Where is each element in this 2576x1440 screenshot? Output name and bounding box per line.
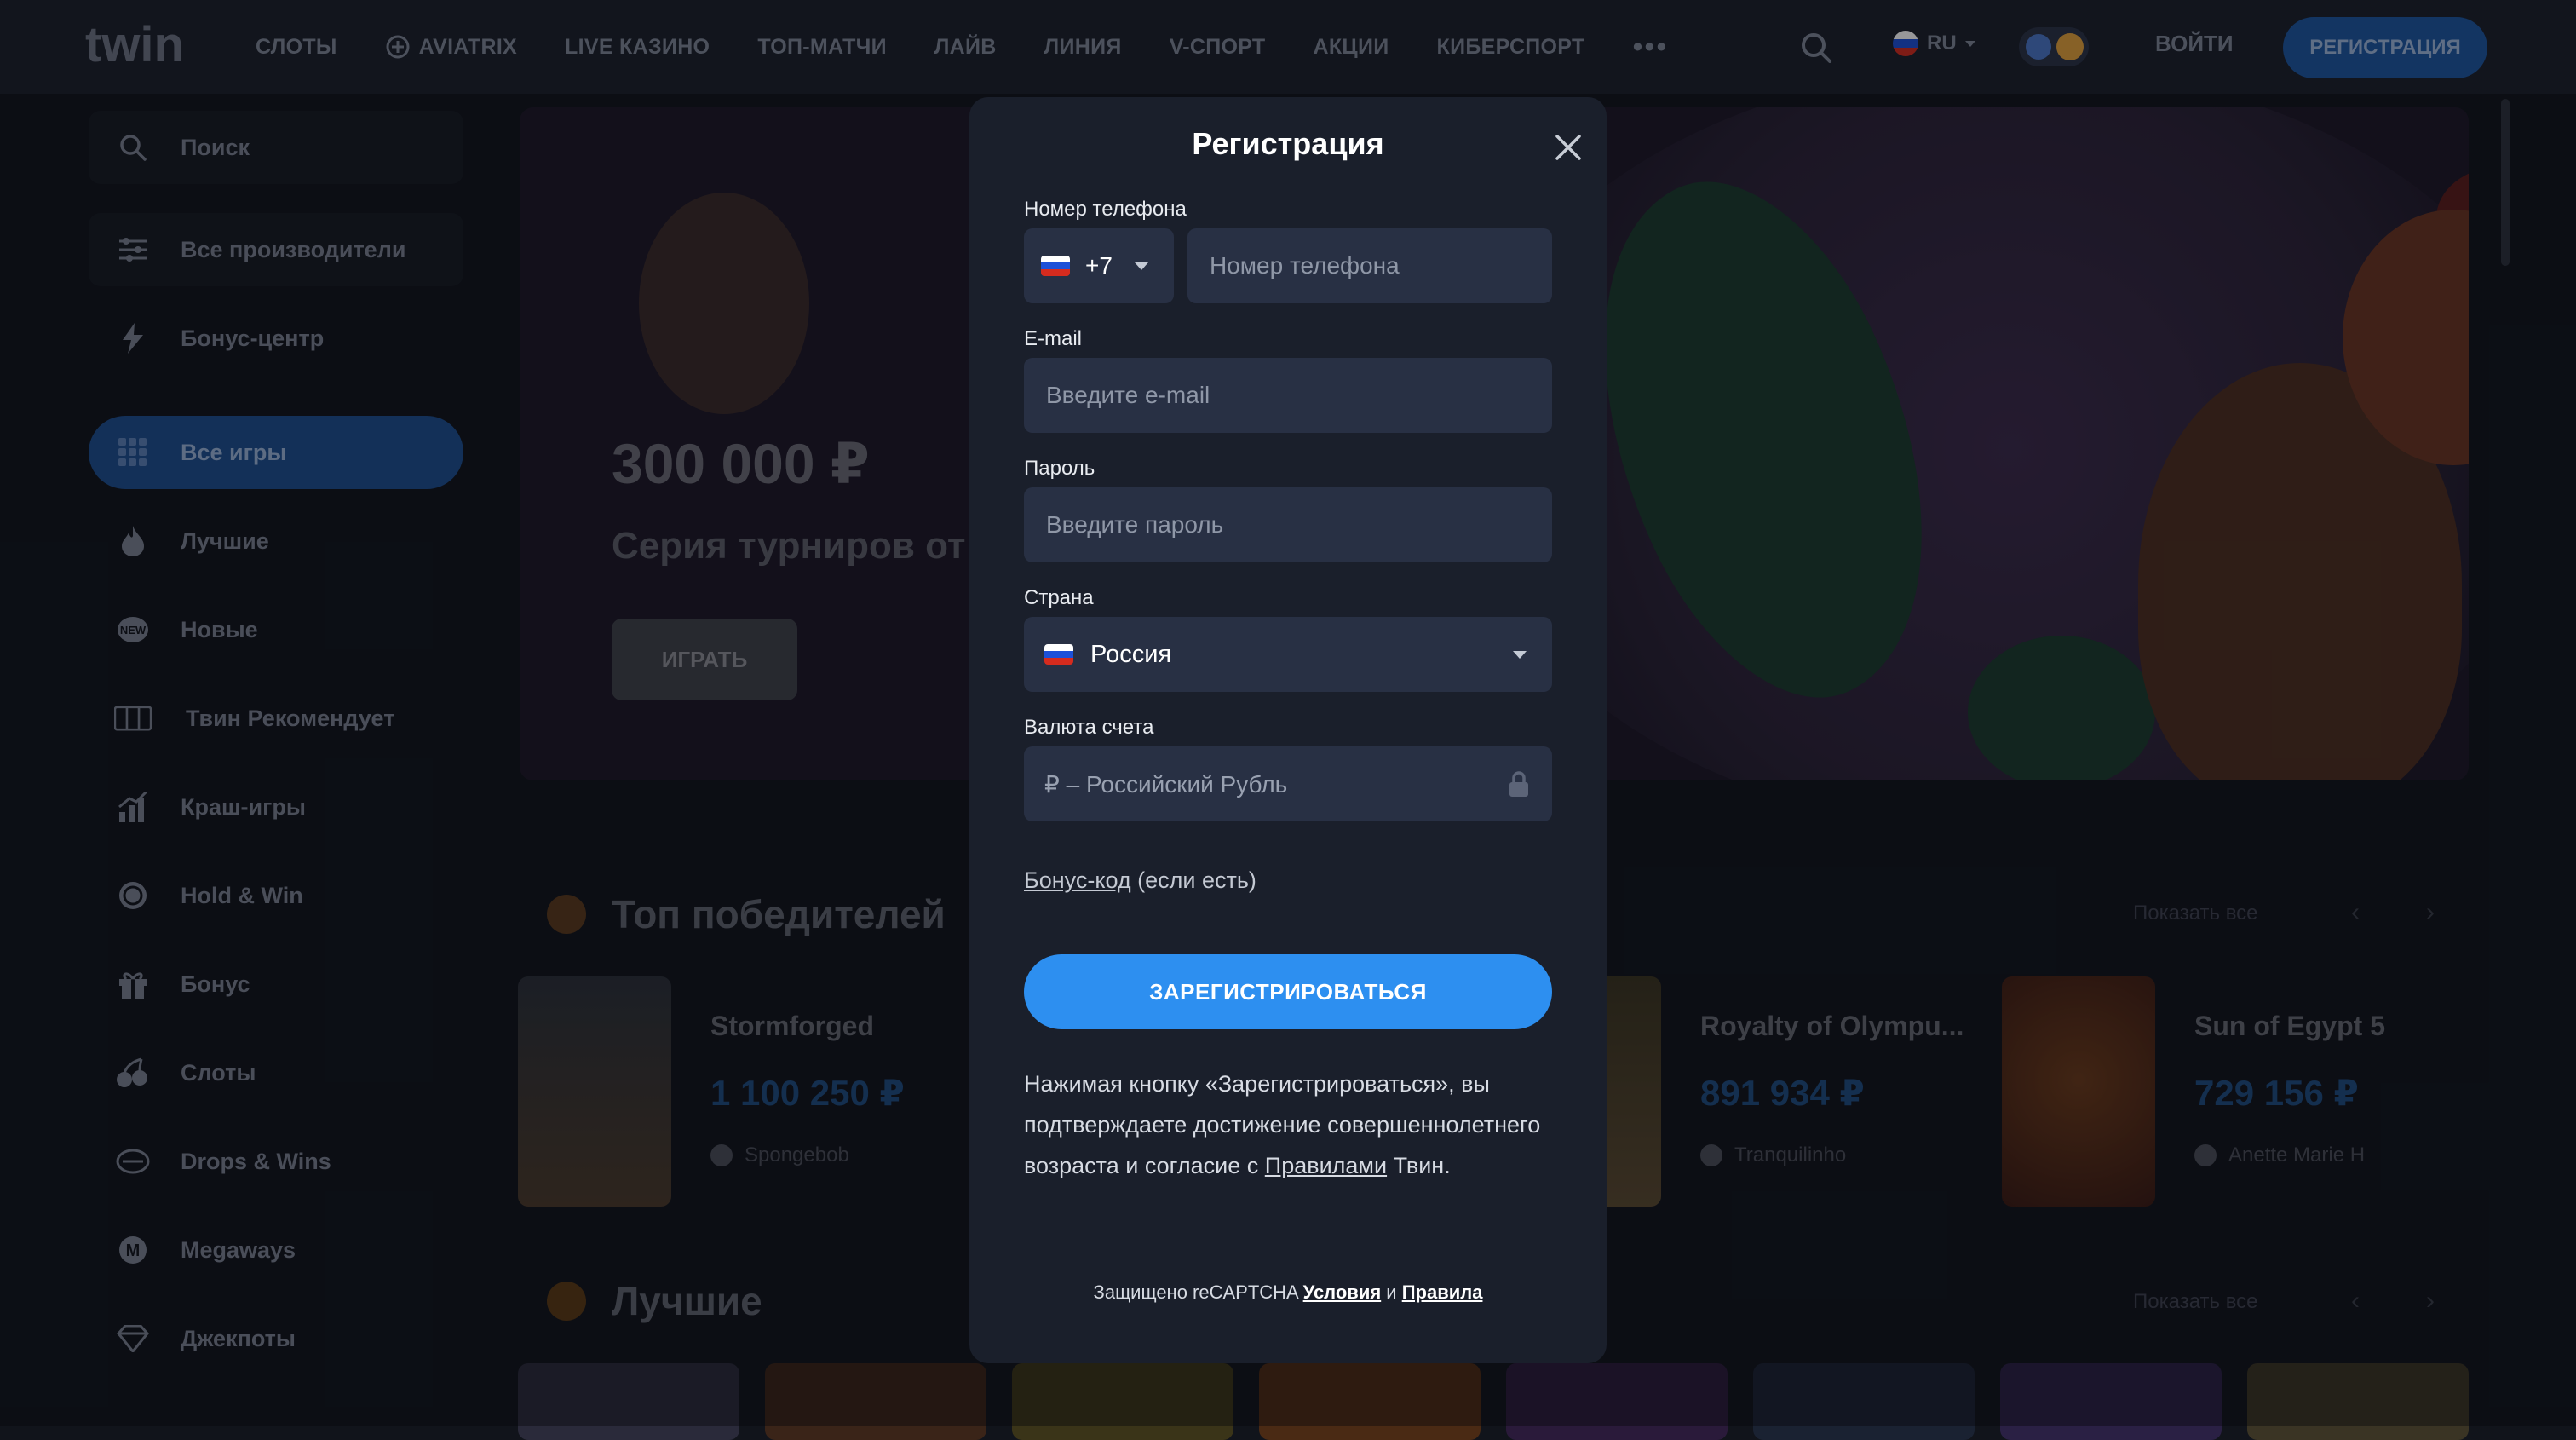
currency-value: ₽ – Российский Рубль <box>1044 770 1288 798</box>
register-submit-button[interactable]: ЗАРЕГИСТРИРОВАТЬСЯ <box>1024 954 1552 1029</box>
russia-flag-icon <box>1041 256 1070 276</box>
email-label: E-mail <box>1024 327 1083 350</box>
terms-text: Нажимая кнопку «Зарегистрироваться», вы … <box>1024 1071 1541 1178</box>
chevron-down-icon <box>1134 262 1148 270</box>
phone-input[interactable] <box>1208 251 1552 280</box>
password-field[interactable] <box>1024 487 1552 562</box>
currency-label: Валюта счета <box>1024 716 1154 739</box>
rules-link[interactable]: Правилами <box>1265 1153 1387 1178</box>
phone-label: Номер телефона <box>1024 198 1187 221</box>
password-input[interactable] <box>1044 510 1552 539</box>
phone-field[interactable] <box>1187 228 1552 303</box>
country-value: Россия <box>1090 640 1172 668</box>
registration-modal: Регистрация Номер телефона +7 E-mail Пар… <box>969 97 1607 1363</box>
lock-icon <box>1508 770 1530 798</box>
bonus-code-line: Бонус-код (если есть) <box>1024 867 1256 893</box>
bonus-code-link[interactable]: Бонус-код <box>1024 867 1131 893</box>
modal-title: Регистрация <box>1192 126 1384 161</box>
recaptcha-notice: Защищено reCAPTCHA Условия и Правила <box>1093 1282 1483 1303</box>
chevron-down-icon <box>1513 651 1527 659</box>
phone-code-value: +7 <box>1085 252 1113 279</box>
recaptcha-rules-link[interactable]: Правила <box>1402 1282 1483 1303</box>
phone-code-select[interactable]: +7 <box>1024 228 1174 303</box>
country-select[interactable]: Россия <box>1024 617 1552 692</box>
close-icon[interactable] <box>1549 128 1588 167</box>
country-label: Страна <box>1024 586 1094 609</box>
recaptcha-terms-link[interactable]: Условия <box>1303 1282 1382 1303</box>
email-input[interactable] <box>1044 381 1552 410</box>
password-label: Пароль <box>1024 457 1095 480</box>
russia-flag-icon <box>1044 644 1073 665</box>
currency-field: ₽ – Российский Рубль <box>1024 746 1552 821</box>
email-field[interactable] <box>1024 358 1552 433</box>
